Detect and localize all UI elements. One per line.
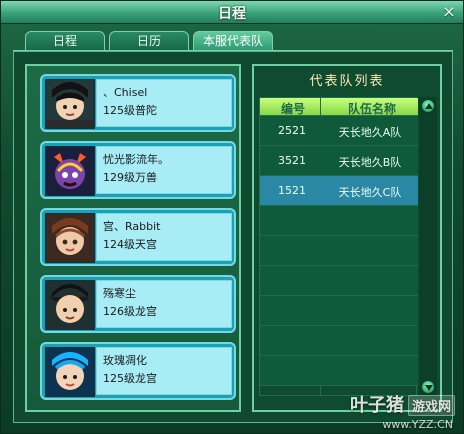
member-info: 忧光影流年。 129级万兽 (96, 146, 232, 194)
avatar-5-icon (46, 348, 94, 396)
window-title: 日程 (218, 6, 246, 22)
member-card[interactable]: 忧光影流年。 129级万兽 (40, 141, 236, 199)
avatar (45, 79, 95, 129)
member-info: 宫、Rabbit 124级天宫 (96, 213, 232, 261)
table-row-empty (260, 326, 418, 356)
member-info: 、Chisel 125级普陀 (96, 79, 232, 127)
avatar (45, 280, 95, 330)
team-table: 编号 队伍名称 2521 天长地久A队 3521 天长地久B队 1521 天长地… (259, 97, 418, 396)
tab-server-team[interactable]: 本服代表队 (193, 31, 273, 50)
member-name: 宫、Rabbit (103, 220, 161, 233)
scrollbar[interactable] (419, 97, 437, 396)
avatar-3-icon (46, 214, 94, 262)
avatar-2-icon (46, 147, 94, 195)
member-name: 忧光影流年。 (103, 153, 169, 166)
team-name: 天长地久C队 (338, 186, 402, 199)
team-list-panel: 代表队列表 编号 队伍名称 2521 天长地久A队 3521 天长地久B队 15… (252, 64, 442, 412)
watermark-brand: 叶子猪 (349, 395, 404, 416)
team-name: 天长地久A队 (338, 126, 402, 139)
member-level: 126级龙宫 (103, 305, 157, 318)
member-info: 玫瑰凋化 125级龙宫 (96, 347, 232, 395)
team-id: 3521 (278, 154, 306, 167)
table-row-empty (260, 236, 418, 266)
member-name: 、Chisel (103, 86, 148, 99)
member-info: 殇寒尘 126级龙宫 (96, 280, 232, 328)
member-card[interactable]: 、Chisel 125级普陀 (40, 74, 236, 132)
table-row-empty (260, 356, 418, 386)
header-id: 编号 (280, 102, 305, 116)
watermark: 叶子猪 游戏网 (350, 391, 455, 417)
table-row[interactable]: 2521 天长地久A队 (260, 116, 418, 146)
header-team-name: 队伍名称 (347, 102, 396, 116)
member-name: 玫瑰凋化 (103, 354, 147, 367)
table-row[interactable]: 3521 天长地久B队 (260, 146, 418, 176)
avatar (45, 347, 95, 397)
avatar (45, 213, 95, 263)
table-row-empty (260, 206, 418, 236)
member-level: 124级天宫 (103, 238, 157, 251)
watermark-url: www.YZZ.CN (382, 418, 453, 431)
title-bar: 日程 × (1, 1, 463, 24)
member-card[interactable]: 玫瑰凋化 125级龙宫 (40, 342, 236, 400)
avatar (45, 146, 95, 196)
watermark-badge: 游戏网 (407, 395, 455, 416)
team-name: 天长地久B队 (338, 156, 402, 169)
table-row-empty (260, 296, 418, 326)
member-level: 125级龙宫 (103, 372, 157, 385)
tab-schedule[interactable]: 日程 (25, 31, 105, 50)
member-card[interactable]: 殇寒尘 126级龙宫 (40, 275, 236, 333)
team-id: 2521 (278, 124, 306, 137)
member-level: 125级普陀 (103, 104, 157, 117)
member-card[interactable]: 宫、Rabbit 124级天宫 (40, 208, 236, 266)
team-list-title: 代表队列表 (309, 74, 385, 89)
close-icon[interactable]: × (441, 4, 457, 20)
member-list-panel: 、Chisel 125级普陀 忧光影流年。 129级万兽 宫、Rabbit 12… (25, 64, 241, 412)
scroll-up-icon[interactable] (421, 99, 435, 113)
table-header: 编号 队伍名称 (260, 98, 418, 116)
table-row-selected[interactable]: 1521 天长地久C队 (260, 176, 418, 206)
avatar-4-icon (46, 281, 94, 329)
tab-calendar[interactable]: 日历 (109, 31, 189, 50)
table-row-empty (260, 266, 418, 296)
schedule-window: 日程 × 日程 日历 本服代表队 、Chisel 125级普陀 忧光影流年。 1… (0, 0, 464, 434)
avatar-1-icon (46, 80, 94, 128)
member-name: 殇寒尘 (103, 287, 136, 300)
team-id: 1521 (278, 184, 306, 197)
member-level: 129级万兽 (103, 171, 157, 184)
